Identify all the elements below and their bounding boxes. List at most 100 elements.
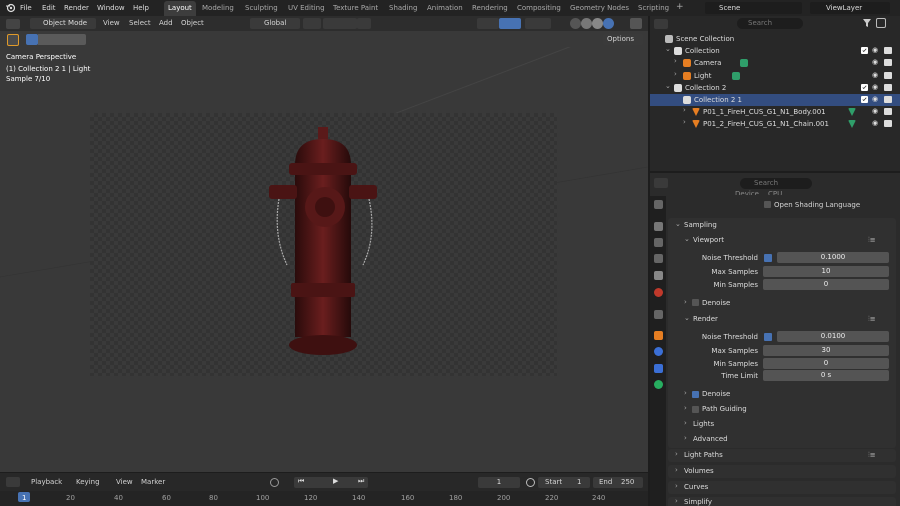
vp-denoise-checkbox[interactable]: [692, 299, 699, 306]
viewport-presets-icon[interactable]: ⫶≡: [868, 236, 876, 245]
output-tab-icon[interactable]: [654, 238, 663, 247]
vp-noise-checkbox[interactable]: [764, 254, 772, 262]
outliner-row[interactable]: › P01_1_FireH_CUS_G1_N1_Body.001 ◉: [650, 106, 900, 118]
select-mode-new-icon[interactable]: [26, 34, 38, 45]
world-tab-icon[interactable]: [654, 288, 663, 297]
filter-icon[interactable]: [862, 18, 872, 28]
material-shading-icon[interactable]: [592, 18, 603, 29]
expand-right-icon[interactable]: ›: [674, 70, 677, 78]
outliner-row[interactable]: ⌄ Collection 2 ◉: [650, 82, 900, 94]
select-mode-intersect-icon[interactable]: [74, 34, 86, 45]
play-icon[interactable]: ▶: [333, 477, 338, 485]
add-workspace-button[interactable]: +: [676, 2, 684, 12]
proportional-edit[interactable]: [357, 18, 371, 29]
viewport-menu-object[interactable]: Object: [181, 19, 204, 27]
tab-shading[interactable]: Shading: [389, 4, 417, 12]
r-noise-field[interactable]: 0.0100: [777, 331, 889, 342]
path-guiding-label[interactable]: Path Guiding: [702, 405, 747, 413]
outliner-row[interactable]: ⌄ Collection ◉: [650, 45, 900, 57]
exclude-checkbox[interactable]: [861, 47, 868, 54]
expand-down-icon[interactable]: ⌄: [665, 45, 671, 53]
visibility-eye-icon[interactable]: ◉: [872, 58, 878, 66]
collection-tab-icon[interactable]: [654, 310, 663, 319]
tool-tab-icon[interactable]: [654, 200, 663, 209]
visibility-eye-icon[interactable]: ◉: [872, 83, 878, 91]
vp-max-field[interactable]: 10: [763, 266, 889, 277]
properties-editor-icon[interactable]: [654, 178, 668, 188]
timeline-menu-playback[interactable]: Playback: [31, 478, 62, 486]
vp-noise-field[interactable]: 0.1000: [777, 252, 889, 263]
r-max-field[interactable]: 30: [763, 345, 889, 356]
tab-scripting[interactable]: Scripting: [638, 4, 669, 12]
outliner-row[interactable]: › Camera ◉: [650, 57, 900, 69]
lights-label[interactable]: Lights: [693, 420, 714, 428]
wireframe-shading-icon[interactable]: [570, 18, 581, 29]
scene-tab-icon[interactable]: [654, 271, 663, 280]
select-mode-subtract-icon[interactable]: [50, 34, 62, 45]
render-camera-icon[interactable]: [884, 59, 892, 66]
pivot-selector[interactable]: [303, 18, 321, 29]
camera-view-toggle[interactable]: [499, 18, 521, 29]
outliner-row[interactable]: › P01_2_FireH_CUS_G1_N1_Chain.001 ◉: [650, 118, 900, 130]
timeline-menu-keying[interactable]: Keying: [76, 478, 100, 486]
rendered-shading-icon[interactable]: [603, 18, 614, 29]
render-subpanel-header[interactable]: Render: [693, 315, 718, 323]
menu-file[interactable]: File: [20, 4, 32, 12]
vp-min-field[interactable]: 0: [763, 279, 889, 290]
r-min-field[interactable]: 0: [763, 358, 889, 369]
view-layer-tab-icon[interactable]: [654, 254, 663, 263]
exclude-checkbox[interactable]: [861, 84, 868, 91]
path-guiding-checkbox[interactable]: [692, 406, 699, 413]
timeline-editor-icon[interactable]: [6, 477, 20, 487]
render-camera-icon[interactable]: [884, 108, 892, 115]
object-tab-icon[interactable]: [654, 331, 663, 340]
snap-toggle[interactable]: [323, 18, 357, 29]
pause-render-icon[interactable]: [630, 18, 642, 29]
tab-uv-editing[interactable]: UV Editing: [288, 4, 325, 12]
render-camera-icon[interactable]: [884, 96, 892, 103]
sampling-header[interactable]: Sampling: [684, 221, 717, 229]
data-tab-icon[interactable]: [654, 380, 663, 389]
tab-rendering[interactable]: Rendering: [472, 4, 508, 12]
expand-down-icon[interactable]: ⌄: [665, 82, 671, 90]
jump-start-icon[interactable]: ⏮: [298, 477, 304, 486]
jump-end-icon[interactable]: ⏭: [358, 477, 364, 486]
current-frame-field[interactable]: 1: [478, 477, 520, 488]
editor-type-icon[interactable]: [6, 19, 20, 29]
render-tab-icon[interactable]: [654, 222, 663, 231]
menu-render[interactable]: Render: [64, 4, 89, 12]
timeline-menu-view[interactable]: View: [116, 478, 133, 486]
tab-animation[interactable]: Animation: [427, 4, 463, 12]
select-mode-extend-icon[interactable]: [38, 34, 50, 45]
exclude-checkbox[interactable]: [861, 96, 868, 103]
solid-shading-icon[interactable]: [581, 18, 592, 29]
render-presets-icon[interactable]: ⫶≡: [868, 315, 876, 324]
visibility-eye-icon[interactable]: ◉: [872, 119, 878, 127]
r-denoise-checkbox[interactable]: [692, 391, 699, 398]
visibility-eye-icon[interactable]: ◉: [872, 107, 878, 115]
r-noise-checkbox[interactable]: [764, 333, 772, 341]
r-denoise-label[interactable]: Denoise: [702, 390, 730, 398]
tab-geometry-nodes[interactable]: Geometry Nodes: [570, 4, 629, 12]
outliner-row[interactable]: Collection 2 1 ◉: [650, 94, 900, 106]
new-collection-icon[interactable]: [876, 18, 886, 28]
expand-right-icon[interactable]: ›: [674, 57, 677, 65]
tab-compositing[interactable]: Compositing: [517, 4, 561, 12]
open-shading-checkbox[interactable]: [764, 201, 771, 208]
expand-right-icon[interactable]: ›: [683, 118, 686, 126]
menu-help[interactable]: Help: [133, 4, 149, 12]
render-camera-icon[interactable]: [884, 72, 892, 79]
tab-modeling[interactable]: Modeling: [202, 4, 234, 12]
select-tool-icon[interactable]: [7, 34, 19, 46]
render-camera-icon[interactable]: [884, 47, 892, 54]
tab-texture-paint[interactable]: Texture Paint: [333, 4, 378, 12]
time-limit-field[interactable]: 0 s: [763, 370, 889, 381]
render-camera-icon[interactable]: [884, 84, 892, 91]
expand-right-icon[interactable]: ›: [683, 106, 686, 114]
outliner-editor-icon[interactable]: [654, 19, 668, 29]
visibility-eye-icon[interactable]: ◉: [872, 71, 878, 79]
menu-window[interactable]: Window: [97, 4, 125, 12]
viewport-subpanel-header[interactable]: Viewport: [693, 236, 724, 244]
visibility-eye-icon[interactable]: ◉: [872, 46, 878, 54]
visibility-eye-icon[interactable]: ◉: [872, 95, 878, 103]
